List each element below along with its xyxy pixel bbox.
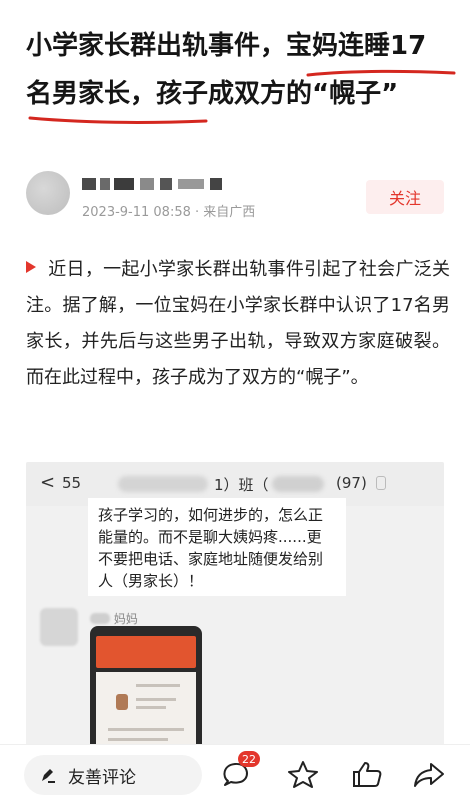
title-part-3: ，孩子成双方的“幌子” xyxy=(130,79,399,109)
person-figure xyxy=(116,694,128,710)
comment-input[interactable]: 友善评论 xyxy=(24,755,202,795)
chat-avatar xyxy=(40,608,78,646)
phone-screen xyxy=(96,672,196,752)
mute-icon xyxy=(376,476,386,490)
title-part-1: 小学家长群出轨事件， xyxy=(26,31,287,61)
pen-icon xyxy=(42,769,55,783)
chat-sender: 妈妈 xyxy=(90,610,138,627)
share-icon[interactable] xyxy=(412,759,446,789)
bottom-action-bar: 友善评论 22 xyxy=(0,744,470,800)
member-count: (97) xyxy=(336,474,367,492)
blurred-group-name xyxy=(118,476,208,492)
unread-count: 55 xyxy=(62,474,82,492)
sender-suffix: 妈妈 xyxy=(113,612,138,626)
follow-button[interactable]: 关注 xyxy=(366,180,444,214)
star-icon[interactable] xyxy=(286,759,320,789)
body-paragraph: 近日，一起小学家长群出轨事件引起了社会广泛关注。据了解，一位宝妈在小学家长群中认… xyxy=(26,259,450,388)
blurred-group-number xyxy=(272,476,324,492)
comment-count-badge: 22 xyxy=(238,751,260,767)
publish-location: 来自广西 xyxy=(203,205,256,220)
blurred-sender-name xyxy=(90,613,110,624)
chat-message-bubble: 孩子学习的，如何进步的，怎么正能量的。而不是聊大姨妈疼......更不要把电话、… xyxy=(88,498,346,596)
comment-placeholder: 友善评论 xyxy=(68,767,136,788)
article-body: 近日，一起小学家长群出轨事件引起了社会广泛关注。据了解，一位宝妈在小学家长群中认… xyxy=(26,252,450,396)
back-chevron-icon: < xyxy=(40,472,56,493)
shared-phone-photo xyxy=(90,626,202,752)
phone-header-block xyxy=(96,636,196,668)
article-meta: 2023-9-11 08:58 · 来自广西 xyxy=(82,201,255,220)
article-image[interactable]: < 55 1）班（ (97) 孩子学习的，如何进步的，怎么正能量的。而不是聊大姨… xyxy=(26,462,444,752)
group-class-label: 1）班（ xyxy=(214,476,269,494)
highlight-underline-2 xyxy=(28,116,208,124)
bullet-triangle-icon xyxy=(26,261,36,273)
publish-date: 2023-9-11 08:58 xyxy=(82,205,191,220)
author-name-obscured[interactable] xyxy=(82,174,232,194)
author-avatar[interactable] xyxy=(26,171,70,215)
highlight-underline-1 xyxy=(306,69,456,77)
like-icon[interactable] xyxy=(350,759,384,789)
